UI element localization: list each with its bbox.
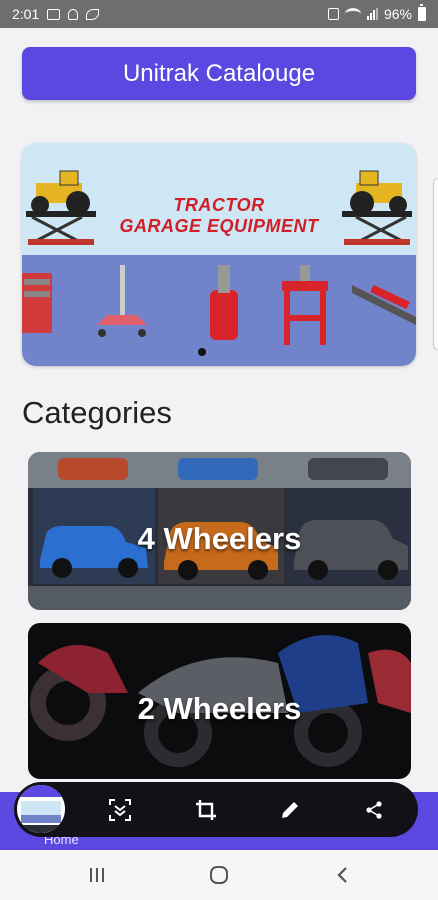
status-time: 2:01 (12, 6, 40, 22)
crop-icon[interactable] (192, 796, 220, 824)
wifi-icon (344, 8, 361, 20)
category-label: 2 Wheelers (137, 691, 302, 726)
edge-panel-handle[interactable] (433, 178, 438, 350)
garage-equipment-illustration (22, 265, 416, 345)
banner-bottom-panel (22, 255, 416, 366)
banner-carousel[interactable]: TRACTOR GARAGE EQUIPMENT (22, 143, 416, 366)
leaf-icon (86, 8, 100, 20)
carousel-indicator-dot[interactable] (198, 348, 206, 356)
battery-percent: 96% (383, 6, 412, 22)
category-card-4-wheelers[interactable]: 4 Wheelers (28, 452, 411, 610)
banner-title-line1: TRACTOR (173, 195, 265, 215)
nfc-icon (327, 8, 339, 20)
scroll-capture-icon[interactable] (106, 796, 134, 824)
category-label: 4 Wheelers (137, 521, 302, 556)
back-icon[interactable] (330, 862, 356, 888)
home-icon[interactable] (206, 862, 232, 888)
edit-icon[interactable] (276, 796, 304, 824)
person-icon (68, 8, 79, 20)
image-icon (47, 8, 61, 20)
banner-top-panel: TRACTOR GARAGE EQUIPMENT (22, 143, 416, 255)
battery-icon (418, 4, 426, 21)
screenshot-thumbnail[interactable] (15, 783, 67, 835)
thumbnail-preview-image (17, 785, 65, 833)
recents-icon[interactable] (84, 862, 110, 888)
category-card-2-wheelers[interactable]: 2 Wheelers (28, 623, 411, 779)
banner-title-line2: GARAGE EQUIPMENT (119, 216, 319, 236)
share-icon[interactable] (360, 796, 388, 824)
signal-icon (366, 8, 378, 20)
status-bar: 2:01 96% (0, 0, 438, 28)
categories-heading: Categories (22, 395, 172, 430)
app-title-button[interactable]: Unitrak Catalouge (22, 47, 416, 100)
